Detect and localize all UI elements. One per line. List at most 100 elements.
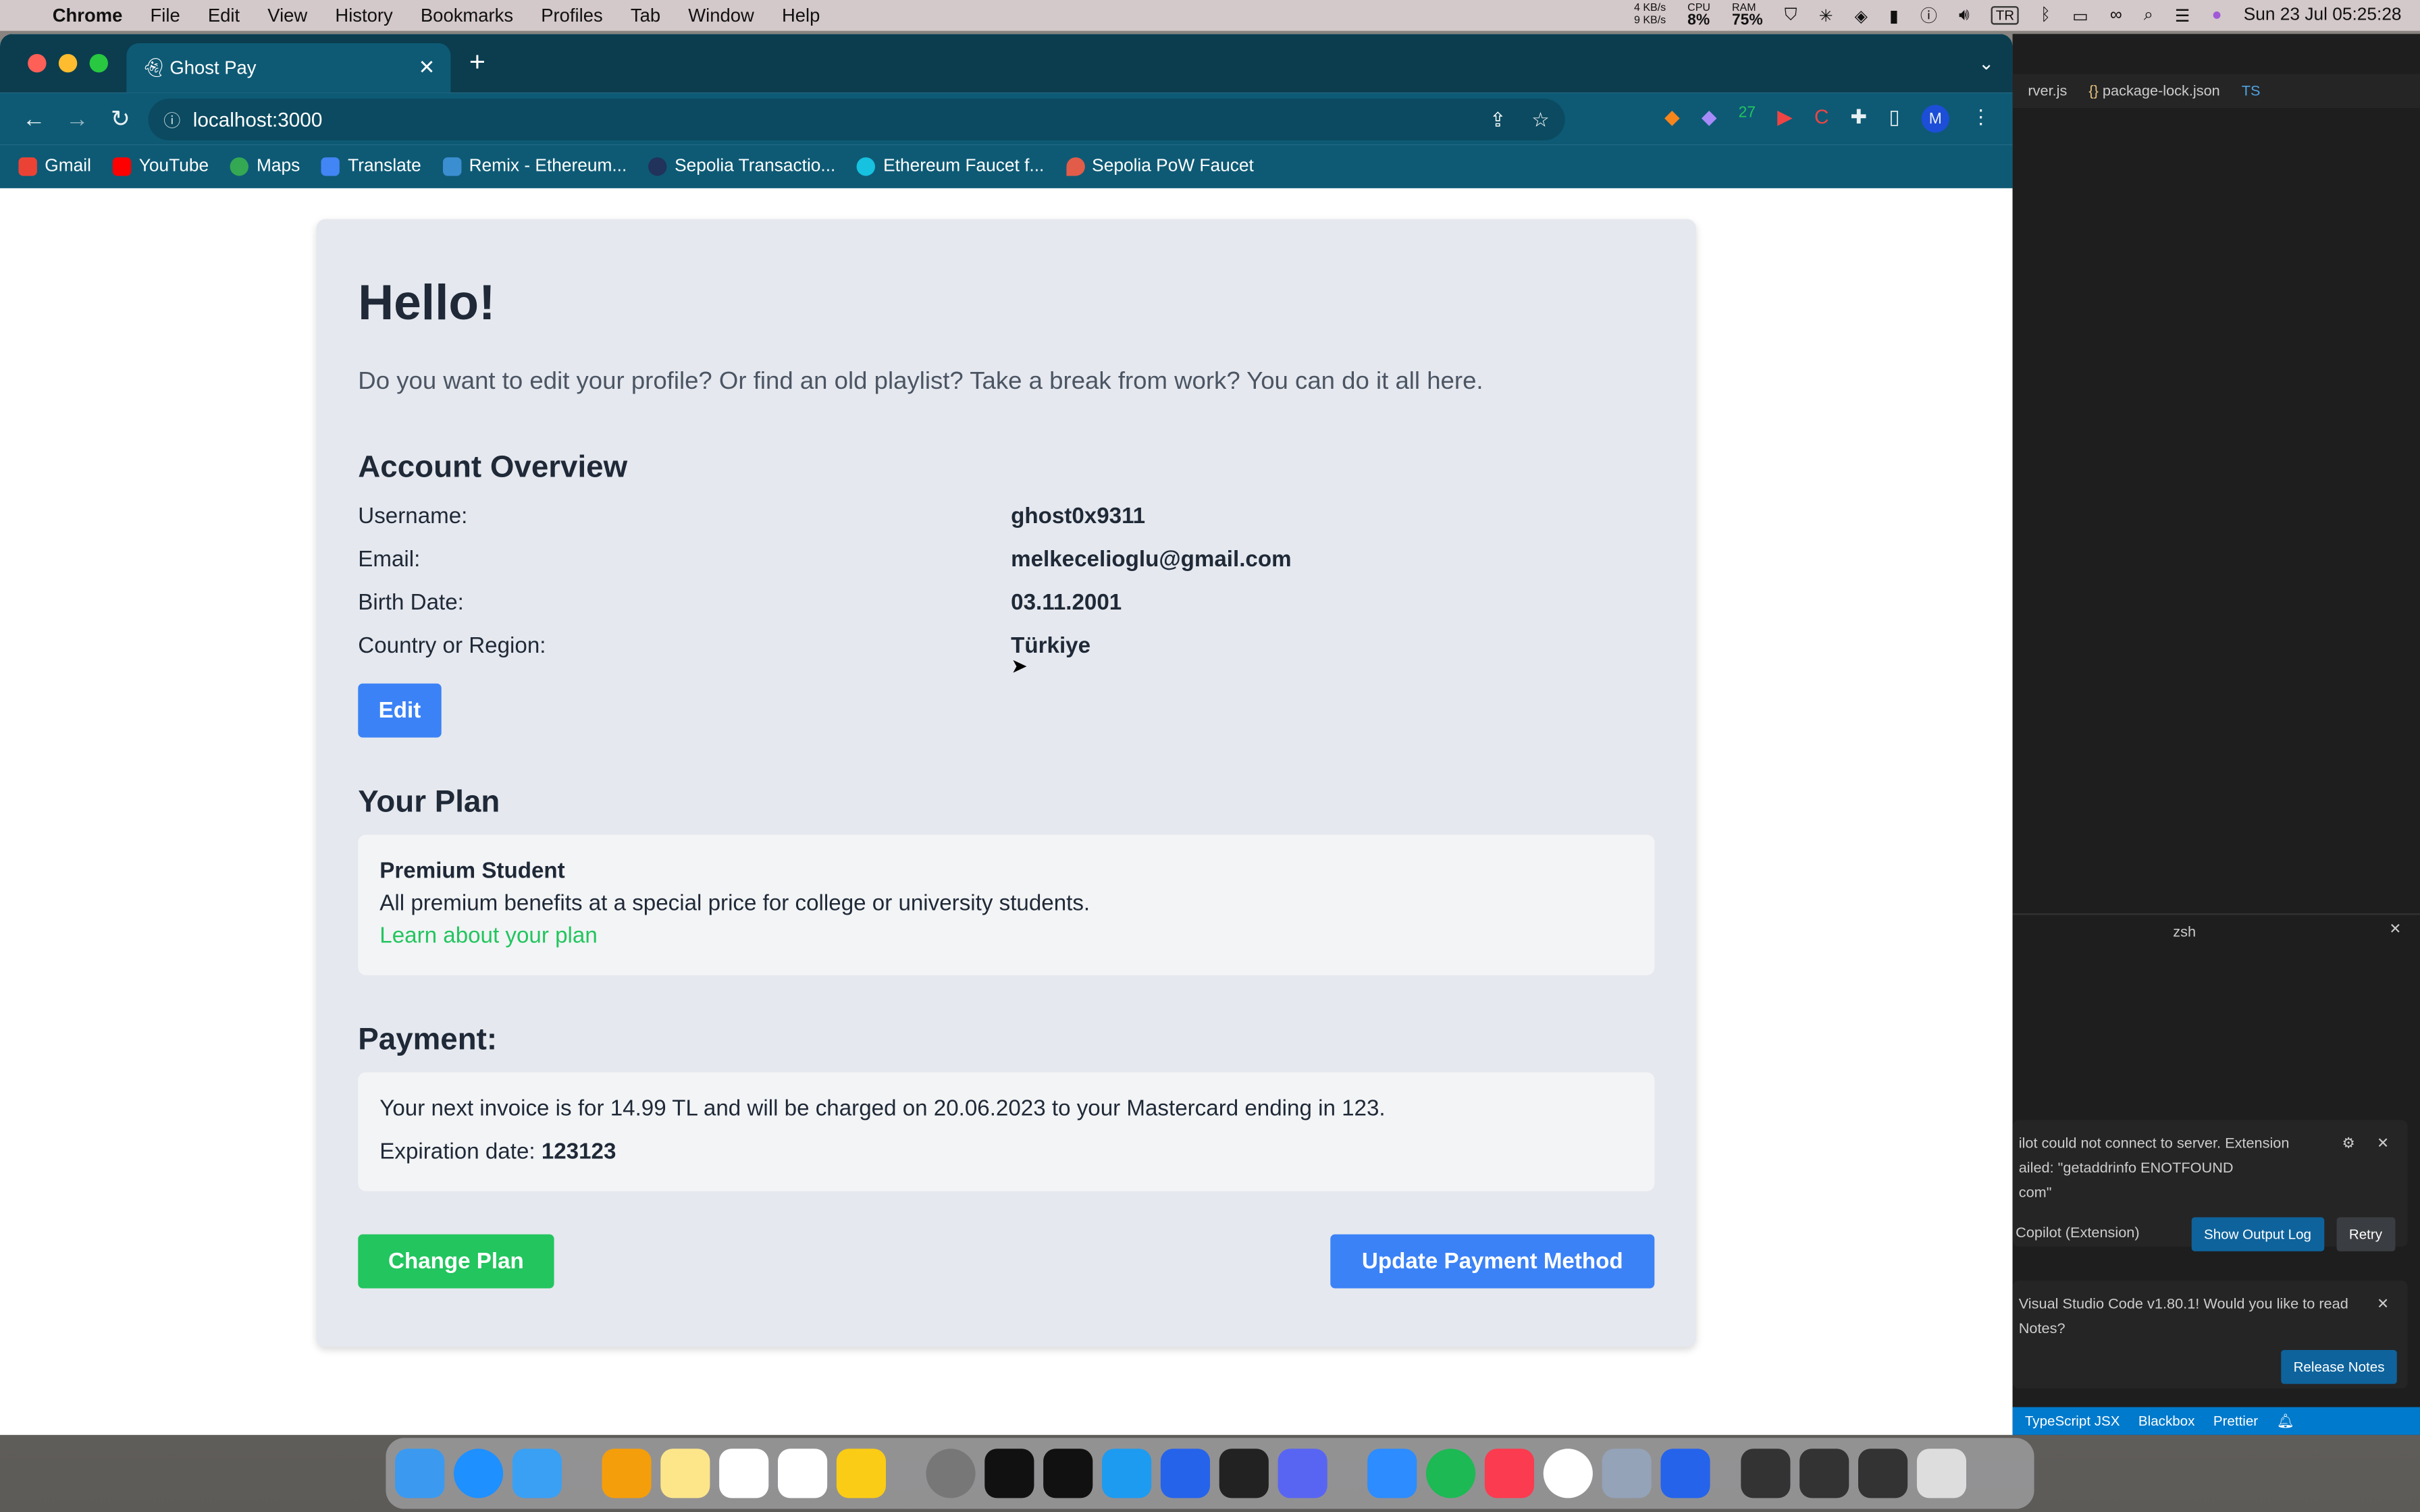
clock[interactable]: Sun 23 Jul 05:25:28 xyxy=(2244,6,2402,24)
video-extension-icon[interactable]: ▶ xyxy=(1777,105,1793,132)
bookmark-remix[interactable]: Remix - Ethereum... xyxy=(442,157,627,176)
menu-history[interactable]: History xyxy=(335,5,392,26)
menu-help[interactable]: Help xyxy=(782,5,820,26)
search-icon[interactable]: ⌕ xyxy=(2144,5,2153,26)
address-bar[interactable]: ⓘ localhost:3000 ⇪ ☆ xyxy=(148,99,1565,140)
info-icon[interactable]: ⓘ xyxy=(163,107,180,132)
forward-button[interactable]: → xyxy=(61,106,93,132)
menu-app[interactable]: Chrome xyxy=(53,5,123,26)
zoom-window-button[interactable] xyxy=(89,53,108,73)
miro-icon[interactable] xyxy=(836,1449,886,1498)
edit-button[interactable]: Edit xyxy=(358,683,442,738)
release-notes-button[interactable]: Release Notes xyxy=(2281,1349,2397,1384)
menu-edit[interactable]: Edit xyxy=(208,5,240,26)
show-output-log-button[interactable]: Show Output Log xyxy=(2191,1217,2324,1251)
sparkle-icon[interactable]: ✳ xyxy=(1819,5,1833,26)
extension-icon[interactable]: ◆ xyxy=(1702,105,1717,132)
siri-icon[interactable]: ● xyxy=(2211,6,2221,24)
bookmark-sepolia-transactions[interactable]: Sepolia Transactio... xyxy=(648,157,835,176)
share-icon[interactable]: ⇪ xyxy=(1490,107,1506,132)
learn-plan-link[interactable]: Learn about your plan xyxy=(379,921,1633,954)
network-stat[interactable]: 4 KB/s 9 KB/s xyxy=(1634,3,1666,28)
bookmark-maps[interactable]: Maps xyxy=(230,157,300,176)
music-icon[interactable] xyxy=(1484,1449,1534,1498)
terminal-icon[interactable] xyxy=(984,1449,1034,1498)
c-extension-icon[interactable]: C xyxy=(1814,105,1829,132)
ram-stat[interactable]: RAM 75% xyxy=(1732,2,1763,28)
tab-server-js[interactable]: rver.js xyxy=(2028,82,2067,99)
safari-icon[interactable] xyxy=(453,1449,504,1498)
tab-package-lock[interactable]: {} package-lock.json xyxy=(2088,82,2219,99)
close-notification-icon[interactable]: ✕ xyxy=(2377,1133,2389,1158)
reload-button[interactable]: ↻ xyxy=(105,105,136,133)
menu-profiles[interactable]: Profiles xyxy=(541,5,602,26)
gear-icon[interactable]: ⚙ xyxy=(2342,1133,2355,1158)
goland-icon[interactable] xyxy=(1219,1449,1269,1498)
bookmark-youtube[interactable]: YouTube xyxy=(112,157,209,176)
terminal-zsh[interactable]: zsh xyxy=(2173,924,2196,941)
status-blackbox[interactable]: Blackbox xyxy=(2138,1413,2195,1429)
battery-icon[interactable]: ▭ xyxy=(2072,5,2088,26)
accessibility-icon[interactable]: ⓘ xyxy=(1920,3,1937,28)
cpu-stat[interactable]: CPU 8% xyxy=(1687,2,1710,28)
status-prettier[interactable]: Prettier xyxy=(2213,1413,2258,1429)
finder-icon[interactable] xyxy=(395,1449,445,1498)
menu-tab[interactable]: Tab xyxy=(631,5,660,26)
chrome-icon[interactable] xyxy=(1543,1449,1593,1498)
zoom-icon[interactable] xyxy=(1367,1449,1417,1498)
volume-icon[interactable]: 🔊︎ xyxy=(1959,5,1970,26)
bell-icon[interactable]: 🔔︎ xyxy=(2277,1413,2294,1430)
iterm-icon[interactable] xyxy=(1043,1449,1093,1498)
shield-icon[interactable]: ⛉ xyxy=(1785,5,1797,26)
minimized-window-icon[interactable] xyxy=(1858,1449,1908,1498)
menu-view[interactable]: View xyxy=(267,5,307,26)
bookmark-sepolia-pow-faucet[interactable]: Sepolia PoW Faucet xyxy=(1066,157,1254,176)
control-center-icon[interactable]: ☰ xyxy=(2175,5,2190,26)
bookmark-star-icon[interactable]: ☆ xyxy=(1531,107,1550,132)
bluetooth-icon[interactable]: ᛒ xyxy=(2041,6,2051,24)
calendar-icon[interactable] xyxy=(719,1449,769,1498)
bookmark-ethereum-faucet[interactable]: Ethereum Faucet f... xyxy=(857,157,1044,176)
tab-ts[interactable]: TS xyxy=(2242,82,2261,99)
more-menu-icon[interactable]: ⋮ xyxy=(1971,105,1991,132)
update-payment-method-button[interactable]: Update Payment Method xyxy=(1330,1234,1655,1289)
mail-icon[interactable] xyxy=(512,1449,562,1498)
input-source[interactable]: TR xyxy=(1991,6,2019,25)
trash-icon[interactable] xyxy=(1916,1449,1966,1498)
bookmark-translate[interactable]: Translate xyxy=(321,157,421,176)
status-language[interactable]: TypeScript JSX xyxy=(2025,1413,2120,1429)
link-icon[interactable]: ∞ xyxy=(2110,6,2122,24)
close-notification-icon[interactable]: ✕ xyxy=(2377,1293,2389,1318)
minimize-window-button[interactable] xyxy=(58,53,78,73)
docker-icon[interactable] xyxy=(1101,1449,1152,1498)
layers-icon[interactable]: ◈ xyxy=(1855,5,1868,26)
back-button[interactable]: ← xyxy=(18,106,49,132)
retry-button[interactable]: Retry xyxy=(2336,1217,2395,1251)
puzzle-extensions-icon[interactable]: ✚ xyxy=(1850,105,1867,132)
menu-bookmarks[interactable]: Bookmarks xyxy=(421,5,513,26)
minimized-window-icon[interactable] xyxy=(1741,1449,1791,1498)
system-settings-icon[interactable] xyxy=(926,1449,976,1498)
pages-icon[interactable] xyxy=(602,1449,652,1498)
vscode-insiders-icon[interactable] xyxy=(1660,1449,1710,1498)
calendar-extension-icon[interactable]: 27 xyxy=(1739,105,1756,132)
notion-icon[interactable] xyxy=(777,1449,828,1498)
menu-window[interactable]: Window xyxy=(688,5,754,26)
close-tab-icon[interactable]: ✕ xyxy=(419,55,436,80)
side-panel-icon[interactable]: ▯ xyxy=(1889,105,1899,132)
bookmark-gmail[interactable]: Gmail xyxy=(18,157,91,176)
notes-icon[interactable] xyxy=(660,1449,710,1498)
change-plan-button[interactable]: Change Plan xyxy=(358,1234,554,1289)
profile-avatar[interactable]: M xyxy=(1921,105,1949,133)
discord-icon[interactable] xyxy=(1278,1449,1327,1498)
tab-search-chevron-icon[interactable]: ⌄ xyxy=(1978,53,1994,74)
vscode-icon[interactable] xyxy=(1160,1449,1210,1498)
close-panel-icon[interactable]: ✕ xyxy=(2389,921,2401,938)
close-window-button[interactable] xyxy=(28,53,47,73)
tab-ghost-pay[interactable]: 👻︎ Ghost Pay ✕ xyxy=(126,43,451,93)
minimized-window-icon[interactable] xyxy=(1799,1449,1849,1498)
new-tab-button[interactable]: + xyxy=(469,47,485,79)
preview-icon[interactable] xyxy=(1602,1449,1652,1498)
spotify-icon[interactable] xyxy=(1425,1449,1476,1498)
metamask-extension-icon[interactable]: ◆ xyxy=(1664,105,1680,132)
